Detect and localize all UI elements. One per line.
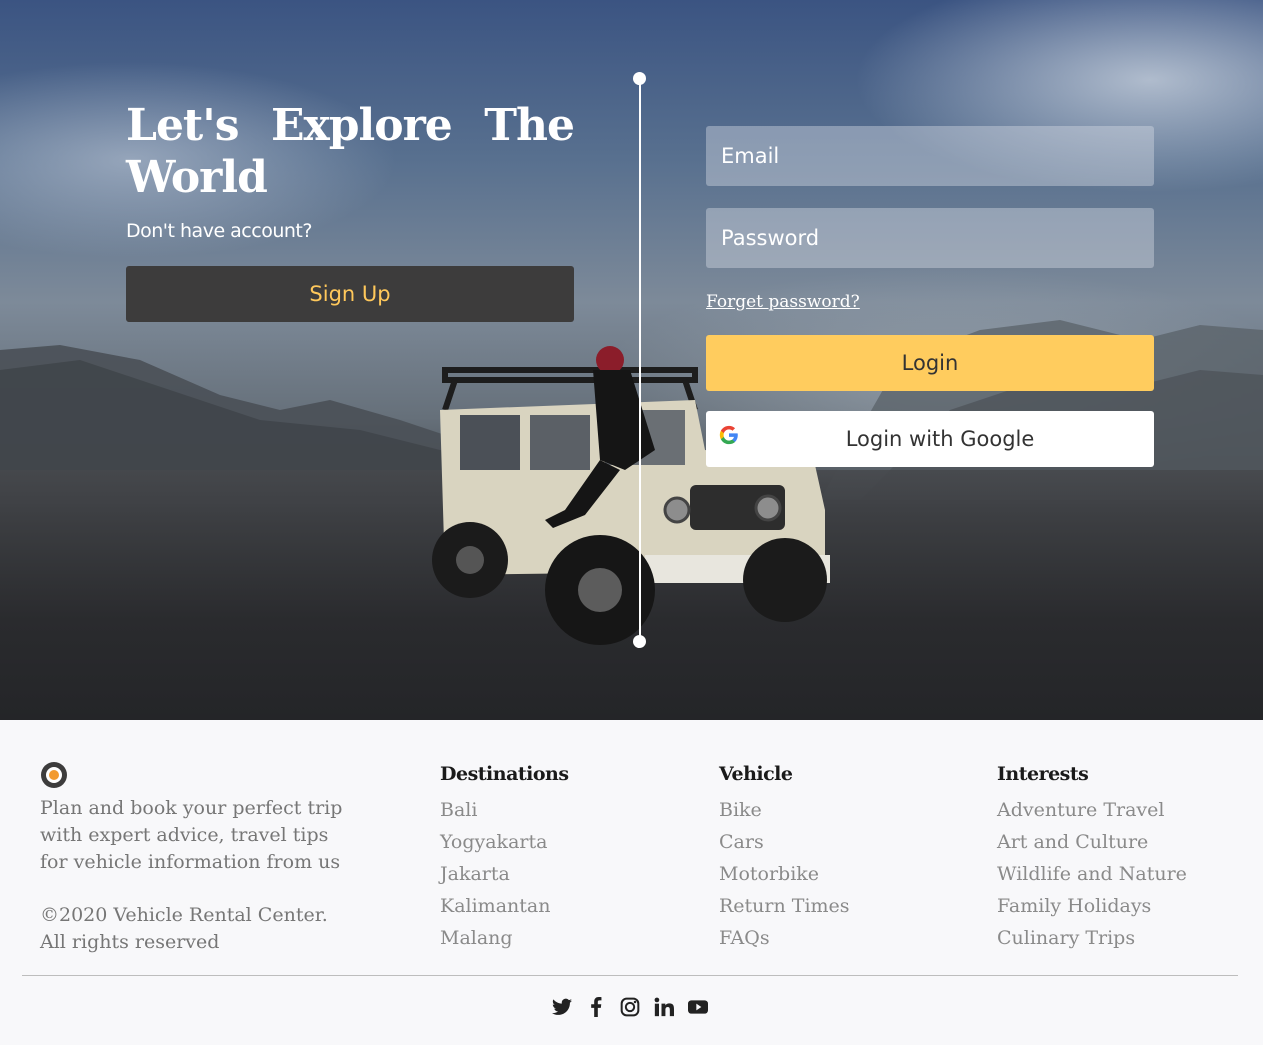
footer-link-culinary-trips[interactable]: Culinary Trips [997,922,1187,954]
logo-icon [41,762,67,788]
signup-button[interactable]: Sign Up [126,266,574,322]
footer-divider [22,975,1238,976]
footer-column-vehicle: Vehicle Bike Cars Motorbike Return Times… [719,763,850,954]
footer-column-destinations: Destinations Bali Yogyakarta Jakarta Kal… [440,763,569,954]
footer-link-cars[interactable]: Cars [719,826,850,858]
column-title: Vehicle [719,763,793,785]
footer-link-art-and-culture[interactable]: Art and Culture [997,826,1187,858]
signup-prompt: Don't have account? [126,220,312,242]
footer-link-bali[interactable]: Bali [440,794,569,826]
footer: Plan and book your perfect trip with exp… [0,720,1263,1045]
footer-link-faqs[interactable]: FAQs [719,922,850,954]
forget-password-link[interactable]: Forget password? [706,292,860,312]
hero-title: Let's Explore The World [126,100,575,203]
divider-dot-bottom [633,635,646,648]
divider-dot-top [633,72,646,85]
twitter-icon[interactable] [551,996,573,1018]
instagram-icon[interactable] [619,996,641,1018]
footer-link-return-times[interactable]: Return Times [719,890,850,922]
email-field[interactable] [706,126,1154,186]
divider-line [639,78,641,642]
footer-link-kalimantan[interactable]: Kalimantan [440,890,569,922]
linkedin-icon[interactable] [653,996,675,1018]
hero-section: Let's Explore The World Don't have accou… [0,0,1263,720]
footer-copyright: ©2020 Vehicle Rental Center. All rights … [40,904,328,953]
footer-link-bike[interactable]: Bike [719,794,850,826]
social-links [551,996,709,1018]
footer-link-yogyakarta[interactable]: Yogyakarta [440,826,569,858]
footer-link-wildlife-and-nature[interactable]: Wildlife and Nature [997,858,1187,890]
footer-link-malang[interactable]: Malang [440,922,569,954]
google-icon [719,425,738,445]
facebook-icon[interactable] [585,996,607,1018]
footer-link-motorbike[interactable]: Motorbike [719,858,850,890]
column-title: Interests [997,763,1089,785]
youtube-icon[interactable] [687,996,709,1018]
footer-link-adventure-travel[interactable]: Adventure Travel [997,794,1187,826]
footer-link-jakarta[interactable]: Jakarta [440,858,569,890]
column-title: Destinations [440,763,569,785]
footer-link-family-holidays[interactable]: Family Holidays [997,890,1187,922]
login-button[interactable]: Login [706,335,1154,391]
google-login-label: Login with Google [845,427,1035,451]
footer-column-interests: Interests Adventure Travel Art and Cultu… [997,763,1187,954]
google-login-button[interactable]: Login with Google [706,411,1154,467]
footer-about: Plan and book your perfect trip with exp… [40,797,343,873]
password-field[interactable] [706,208,1154,268]
